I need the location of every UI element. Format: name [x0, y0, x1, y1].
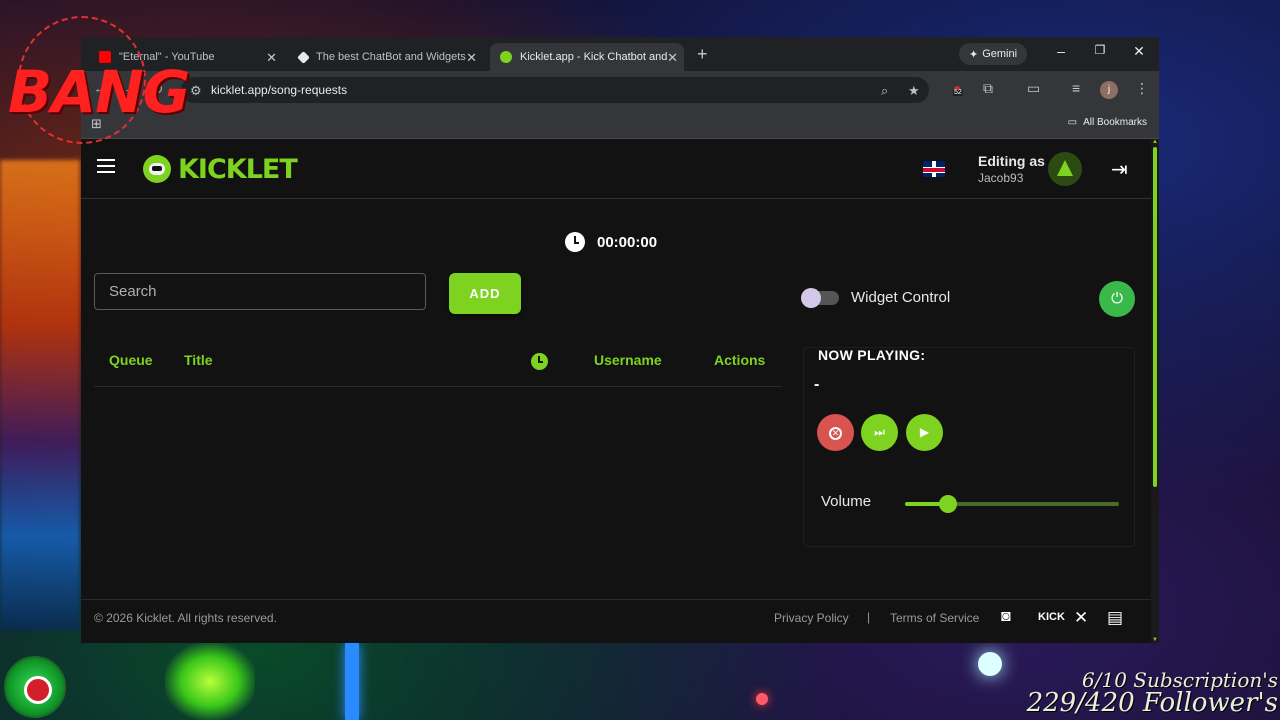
bookmarks-bar: ⊞ ▭ All Bookmarks: [81, 109, 1159, 139]
queue-timer: 00:00:00: [565, 232, 657, 252]
close-window-button[interactable]: ✕: [1127, 43, 1151, 60]
browser-toolbar: ← → ↻ ⚙ kicklet.app/song-requests ⌕ ★ ● …: [81, 71, 1159, 109]
skip-button[interactable]: ⏭: [861, 414, 898, 451]
stream-logo-icon: [4, 656, 66, 718]
kicklet-icon: [500, 51, 512, 63]
new-tab-button[interactable]: +: [697, 44, 708, 65]
col-actions: Actions: [714, 352, 766, 368]
col-queue: Queue: [109, 352, 153, 368]
username-label: Jacob93: [978, 171, 1024, 185]
restore-button[interactable]: ❐: [1088, 43, 1112, 57]
close-icon[interactable]: ✕: [466, 50, 477, 66]
gemini-label: Gemini: [982, 48, 1018, 60]
bang-text: BANG: [8, 58, 190, 126]
background-red-light: [756, 693, 768, 705]
editing-as: Editing as Jacob93: [978, 153, 1045, 185]
terms-link[interactable]: Terms of Service: [890, 611, 979, 625]
tab-bar: "Eternal" - YouTube ✕ The best ChatBot a…: [81, 37, 1159, 71]
diamond-icon: [297, 50, 310, 64]
menu-icon[interactable]: ⋮: [1135, 80, 1149, 97]
bookmark-star-icon[interactable]: ★: [908, 83, 920, 99]
volume-label: Volume: [821, 493, 872, 510]
scrollbar-thumb[interactable]: [1153, 147, 1157, 487]
duration-clock-icon: [531, 353, 548, 370]
widget-control: Widget Control: [801, 287, 951, 308]
page-scrollbar[interactable]: ▲ ▼: [1151, 139, 1159, 643]
puzzle-icon[interactable]: ⧉: [983, 80, 993, 97]
avatar[interactable]: [1048, 152, 1082, 186]
kicklet-page: KICKLET Editing as Jacob93 ⇥ 00:00:00 AD…: [81, 139, 1151, 643]
discord-icon[interactable]: ◙: [1001, 608, 1011, 626]
copyright: © 2026 Kicklet. All rights reserved.: [94, 611, 277, 625]
x-icon[interactable]: ✕: [1074, 608, 1088, 628]
tab-chatbot[interactable]: The best ChatBot and Widgets ✕: [289, 43, 483, 71]
col-username: Username: [594, 352, 662, 368]
col-title: Title: [184, 352, 213, 368]
hamburger-menu-icon[interactable]: [97, 159, 115, 177]
address-bar[interactable]: ⚙ kicklet.app/song-requests ⌕ ★: [181, 77, 929, 103]
tab-title: Kicklet.app - Kick Chatbot and: [520, 51, 668, 63]
widget-control-toggle[interactable]: [801, 287, 839, 308]
background-blue-light: [345, 643, 359, 720]
add-button[interactable]: ADD: [449, 273, 521, 314]
clock-icon: [565, 232, 585, 252]
now-playing-card: NOW PLAYING: - ✕ ⏭ ▶ Volume: [803, 347, 1135, 547]
url-text: kicklet.app/song-requests: [211, 83, 348, 97]
followers-text: 229/420 Follower's: [1026, 688, 1278, 718]
media-icon[interactable]: ≡: [1072, 80, 1080, 96]
cast-icon[interactable]: ▭: [1027, 80, 1040, 97]
power-button[interactable]: ⏻: [1099, 281, 1135, 317]
all-bookmarks-label: All Bookmarks: [1083, 117, 1147, 128]
now-playing-song: -: [814, 376, 820, 393]
subscription-counter: 6/10 Subscription's 229/420 Follower's: [1027, 670, 1278, 716]
bang-overlay-logo: BANG: [8, 16, 190, 152]
logout-icon[interactable]: ⇥: [1111, 157, 1128, 182]
browser-window: "Eternal" - YouTube ✕ The best ChatBot a…: [81, 37, 1159, 643]
uk-flag-icon[interactable]: [923, 161, 945, 177]
folder-icon: ▭: [1067, 117, 1078, 128]
subscriptions-text: 6/10 Subscription's: [1082, 668, 1278, 692]
stop-button[interactable]: ✕: [817, 414, 854, 451]
gemini-button[interactable]: ✦ Gemini: [959, 43, 1028, 65]
footer-separator: |: [867, 610, 871, 624]
timer-value: 00:00:00: [597, 233, 658, 251]
zoom-icon[interactable]: ⌕: [881, 83, 888, 99]
document-icon[interactable]: ▤: [1107, 608, 1123, 628]
queue-table-header: Queue Title Username Actions: [94, 349, 782, 387]
widget-control-label: Widget Control: [851, 289, 951, 306]
kicklet-logo-icon[interactable]: [143, 155, 171, 183]
close-icon[interactable]: ✕: [667, 50, 678, 66]
close-circle-icon: ✕: [829, 427, 842, 440]
background-neon-sign: [0, 160, 80, 630]
footer: © 2026 Kicklet. All rights reserved. Pri…: [81, 599, 1151, 643]
tab-kicklet[interactable]: Kicklet.app - Kick Chatbot and ✕: [490, 43, 684, 71]
minimize-button[interactable]: –: [1049, 43, 1073, 59]
now-playing-title: NOW PLAYING:: [818, 347, 926, 363]
app-header: KICKLET Editing as Jacob93 ⇥: [81, 139, 1151, 199]
play-button[interactable]: ▶: [906, 414, 943, 451]
brand-name[interactable]: KICKLET: [178, 154, 298, 185]
all-bookmarks-button[interactable]: ▭ All Bookmarks: [1068, 117, 1147, 128]
search-input[interactable]: [94, 273, 426, 310]
tab-title: The best ChatBot and Widgets: [316, 51, 466, 63]
close-icon[interactable]: ✕: [266, 50, 277, 66]
kick-icon[interactable]: KICK: [1038, 611, 1065, 623]
volume-knob[interactable]: [938, 495, 957, 513]
privacy-policy-link[interactable]: Privacy Policy: [774, 611, 849, 625]
extension-badge: 52: [953, 89, 963, 96]
site-settings-icon[interactable]: ⚙: [190, 83, 202, 99]
volume-slider[interactable]: [905, 495, 1119, 513]
scroll-up-icon[interactable]: ▲: [1152, 139, 1158, 145]
sparkle-icon: ✦: [969, 48, 979, 61]
background-light: [978, 652, 1002, 676]
scroll-down-icon[interactable]: ▼: [1152, 637, 1158, 643]
background-green-light: [165, 643, 255, 720]
profile-avatar[interactable]: j: [1100, 81, 1118, 99]
editing-as-label: Editing as: [978, 153, 1045, 169]
